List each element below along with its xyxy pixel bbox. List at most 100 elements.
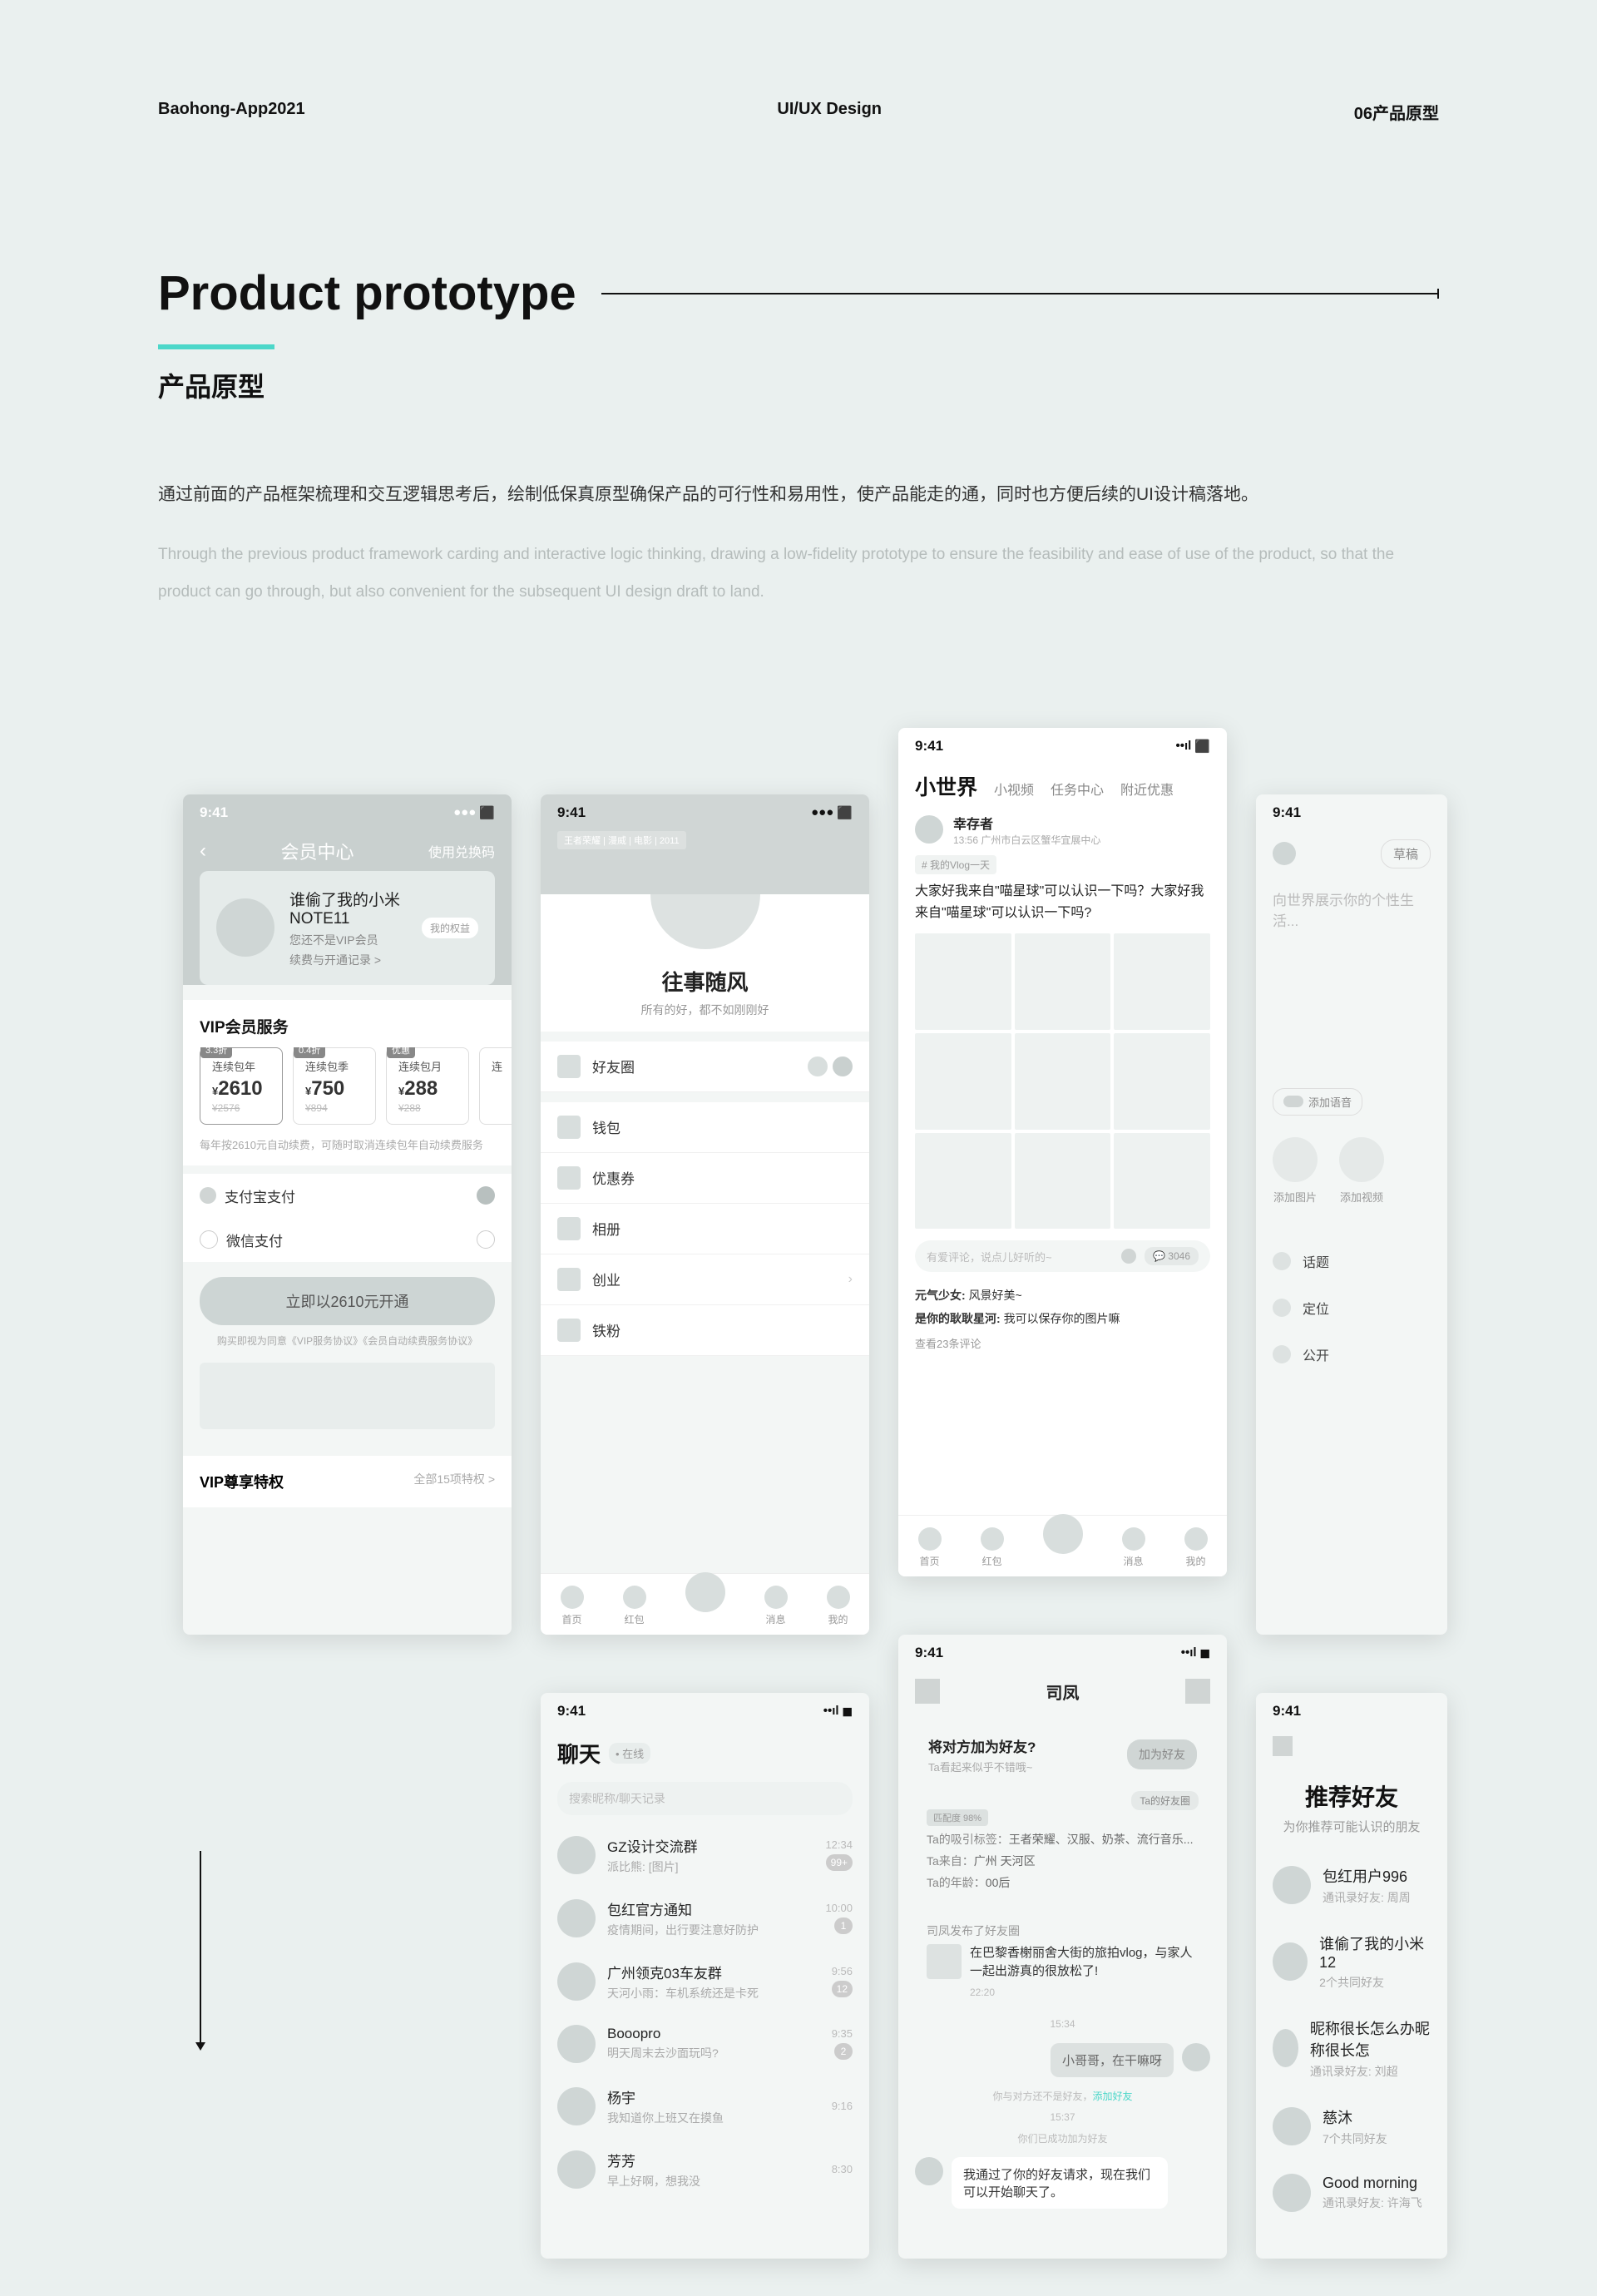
emoji-icon[interactable] — [1121, 1249, 1136, 1264]
add-image[interactable]: 添加图片 — [1273, 1137, 1318, 1205]
menu-friends[interactable]: 好友圈 — [541, 1042, 869, 1092]
compose-header: 草稿 — [1256, 831, 1447, 877]
phone-dialog: 9:41••ıl◼ 司凤 将对方加为好友?Ta看起来似乎不错哦~ 加为好友 Ta… — [898, 1635, 1227, 2259]
vip-section-title: VIP会员服务 — [183, 1000, 512, 1047]
chat-item[interactable]: GZ设计交流群派比熊: [图片]12:3499+ — [541, 1823, 869, 1887]
add-friend-button[interactable]: 加为好友 — [1127, 1739, 1197, 1769]
menu-album[interactable]: 相册 — [541, 1204, 869, 1254]
back-icon[interactable]: ‹ — [200, 839, 206, 863]
rights-pill[interactable]: 我的权益 — [422, 918, 478, 938]
post-text: 大家好我来自"喵星球"可以认识一下吗？大家好我来自"喵星球"可以认识一下吗? — [915, 881, 1210, 923]
pay-wechat[interactable]: 微信支付 — [183, 1218, 512, 1262]
tab-home[interactable]: 首页 — [561, 1586, 584, 1626]
tab-redpacket[interactable]: 红包 — [623, 1586, 646, 1626]
feed-tab-main[interactable]: 小世界 — [915, 771, 977, 801]
system-text: 你们已成功加为好友 — [898, 2131, 1227, 2145]
back-icon[interactable] — [915, 1679, 940, 1704]
recommend-item[interactable]: 慈沐7个共同好友 — [1256, 2093, 1447, 2160]
post-topic[interactable]: # 我的Vlog一天 — [915, 855, 996, 874]
tab-home[interactable]: 首页 — [918, 1527, 942, 1568]
voice-pill[interactable]: 添加语音 — [1273, 1088, 1362, 1116]
comment-row: 元气少女: 风景好美~ — [915, 1284, 1210, 1307]
plan-card[interactable]: 连 — [479, 1047, 512, 1125]
compose-placeholder[interactable]: 向世界展示你的个性生活... — [1256, 877, 1447, 942]
arrow-down-icon — [200, 1851, 205, 2051]
chat-item[interactable]: 包红官方通知疫情期间，出行要注意好防护10:001 — [541, 1887, 869, 1950]
privacy-icon — [1273, 1345, 1291, 1363]
friends-circle-link[interactable]: Ta的好友圈 — [1131, 1791, 1199, 1810]
plan-note: 每年按2610元自动续费，可随时取消连续包年自动续费服务 — [183, 1136, 512, 1165]
add-friend-link[interactable]: 添加好友 — [1093, 2091, 1133, 2102]
tab-me[interactable]: 我的 — [827, 1586, 850, 1626]
status-bar: 9:41●●●⬛ — [541, 794, 869, 831]
recommend-item[interactable]: 包红用户996通讯录好友: 周周 — [1256, 1852, 1447, 1919]
chat-item[interactable]: 芳芳早上好啊，想我没8:30 — [541, 2138, 869, 2201]
comment-input[interactable]: 有爱评论，说点儿好听的~💬 3046 — [915, 1240, 1210, 1272]
menu-fans[interactable]: 铁粉 — [541, 1305, 869, 1356]
chat-item[interactable]: 广州领克03车友群天河小雨：车机系统还是卡死9:5612 — [541, 1950, 869, 2013]
tab-center[interactable] — [1043, 1527, 1083, 1568]
feed-tab[interactable]: 任务中心 — [1051, 779, 1104, 799]
tab-message[interactable]: 消息 — [764, 1586, 788, 1626]
recommend-item[interactable]: 昵称很长怎么办昵称很长怎通讯录好友: 刘超 — [1256, 2004, 1447, 2093]
page-header: Baohong-App2021 UI/UX Design 06产品原型 — [158, 100, 1439, 124]
view-more-comments[interactable]: 查看23条评论 — [915, 1335, 1210, 1351]
add-video[interactable]: 添加视频 — [1339, 1137, 1384, 1205]
feed-tab[interactable]: 附近优惠 — [1120, 779, 1174, 799]
menu-wallet[interactable]: 钱包 — [541, 1102, 869, 1153]
tab-message[interactable]: 消息 — [1122, 1527, 1145, 1568]
purchase-button[interactable]: 立即以2610元开通 — [200, 1277, 495, 1325]
msg-out: 小哥哥，在干嘛呀 — [898, 2038, 1227, 2082]
recommend-item[interactable]: Good morning通讯录好友: 许海飞 — [1256, 2160, 1447, 2225]
feed-tab[interactable]: 小视频 — [994, 779, 1034, 799]
badge-icon — [808, 1056, 828, 1076]
opt-privacy[interactable]: 公开 — [1256, 1331, 1447, 1378]
recommend-item[interactable]: 谁偷了我的小米122个共同好友 — [1256, 1919, 1447, 2004]
tab-center[interactable] — [685, 1586, 725, 1626]
thumb-icon — [927, 1944, 962, 1979]
menu-startup[interactable]: 创业› — [541, 1254, 869, 1305]
dialog-header: 司凤 — [898, 1671, 1227, 1712]
moment-card[interactable]: 司凤发布了好友圈 在巴黎香榭丽舍大街的旅拍vlog，与家人一起出游真的很放松了!… — [915, 1911, 1210, 2010]
tab-me[interactable]: 我的 — [1184, 1527, 1208, 1568]
phone-compose: 9:41 草稿 向世界展示你的个性生活... 添加语音 添加图片 添加视频 话题… — [1256, 794, 1447, 1635]
post-avatar[interactable] — [915, 815, 943, 844]
opt-topic[interactable]: 话题 — [1256, 1238, 1447, 1284]
renew-link[interactable]: 续费与开通记录 > — [289, 952, 407, 968]
back-icon[interactable] — [1273, 1736, 1293, 1756]
opt-location[interactable]: 定位 — [1256, 1284, 1447, 1331]
recommend-sub: 为你推荐可能认识的朋友 — [1256, 1818, 1447, 1835]
tab-redpacket[interactable]: 红包 — [981, 1527, 1004, 1568]
header-center: UI/UX Design — [777, 100, 882, 124]
image-icon — [1273, 1137, 1318, 1182]
nav-bar: ‹ 会员中心 使用兑换码 — [183, 831, 512, 871]
plan-card[interactable]: 0.4折连续包季¥750¥894 — [293, 1047, 376, 1125]
phone-vip: 9:41●●●⬛ ‹ 会员中心 使用兑换码 谁偷了我的小米NOTE11 您还不是… — [183, 794, 512, 1635]
more-icon[interactable] — [1185, 1679, 1210, 1704]
chat-header: 聊天• 在线 — [541, 1729, 869, 1777]
description-cn: 通过前面的产品框架梳理和交互逻辑思考后，绘制低保真原型确保产品的可行性和易用性，… — [158, 479, 1439, 511]
feed-post: 幸存者13:56 广州市白云区蟹华宜展中心 # 我的Vlog一天 大家好我来自"… — [898, 813, 1227, 1351]
status-bar: 9:41••ıl◼ — [541, 1693, 869, 1729]
online-status: • 在线 — [609, 1743, 650, 1764]
pay-alipay[interactable]: 支付宝支付 — [183, 1174, 512, 1218]
match-badge: 匹配度 98% — [927, 1809, 988, 1826]
add-friend-card: 将对方加为好友?Ta看起来似乎不错哦~ 加为好友 — [915, 1722, 1210, 1788]
location-icon — [1273, 1299, 1291, 1317]
search-input[interactable]: 搜索昵称/聊天记录 — [557, 1782, 853, 1815]
badge-icon — [833, 1056, 853, 1076]
chat-item[interactable]: Booopro明天周末去沙面玩吗?9:352 — [541, 2013, 869, 2075]
plan-card[interactable]: 优惠连续包月¥288¥288 — [386, 1047, 469, 1125]
feed-nav: 小世界 小视频 任务中心 附近优惠 — [898, 765, 1227, 813]
chat-item[interactable]: 杨宇我知道你上班又在摸鱼9:16 — [541, 2075, 869, 2138]
privilege-row[interactable]: VIP尊享特权全部15项特权 > — [183, 1456, 512, 1507]
nav-redeem[interactable]: 使用兑换码 — [428, 841, 495, 861]
menu-coupon[interactable]: 优惠券 — [541, 1153, 869, 1204]
status-bar: 9:41 — [1256, 1693, 1447, 1729]
page-title: Product prototype — [158, 265, 576, 321]
radio-off-icon — [477, 1230, 495, 1249]
plan-card[interactable]: 3.3折连续包年¥2610¥2576 — [200, 1047, 283, 1125]
time-label: 15:34 — [898, 2018, 1227, 2030]
profile-bio: 所有的好，都不如刚刚好 — [541, 1002, 869, 1018]
draft-button[interactable]: 草稿 — [1381, 839, 1431, 868]
